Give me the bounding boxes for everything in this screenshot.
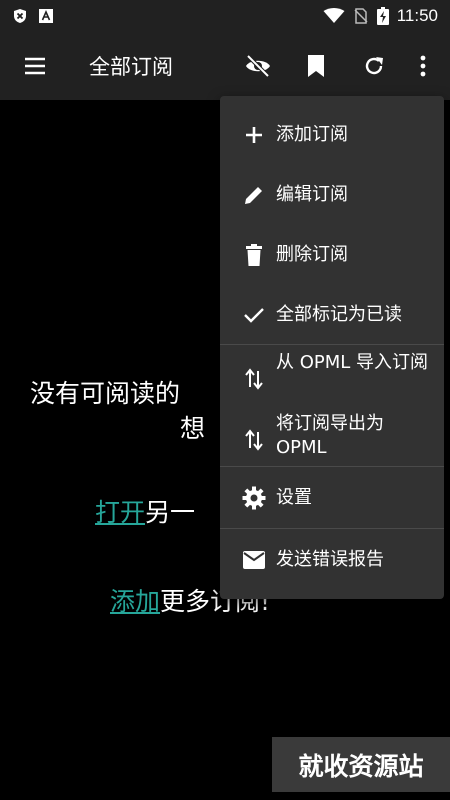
menu-divider — [220, 528, 444, 529]
more-vert-icon[interactable] — [408, 42, 438, 90]
toolbar: 全部订阅 — [0, 32, 450, 100]
menu-item-delete-subscription[interactable]: 删除订阅 — [220, 243, 444, 267]
pencil-icon — [242, 183, 266, 207]
trash-icon — [242, 243, 266, 267]
refresh-icon[interactable] — [350, 42, 398, 90]
menu-divider — [220, 466, 444, 467]
no-sim-icon — [353, 8, 369, 24]
visibility-off-icon[interactable] — [234, 42, 282, 90]
status-time: 11:50 — [396, 6, 438, 25]
shield-x-icon — [12, 8, 28, 24]
import-export-icon — [242, 428, 266, 452]
app-a-icon — [38, 8, 54, 24]
status-bar: 11:50 — [0, 0, 450, 32]
menu-item-edit-subscription[interactable]: 编辑订阅 — [220, 183, 444, 207]
menu-item-import-opml[interactable]: 从 OPML 导入订阅 — [220, 351, 444, 391]
menu-item-export-opml[interactable]: 将订阅导出为 OPML — [220, 412, 444, 460]
menu-item-mark-all-read[interactable]: 全部标记为已读 — [220, 303, 444, 327]
menu-icon[interactable] — [11, 42, 59, 90]
battery-charging-icon — [376, 7, 389, 25]
menu-item-send-bug-report[interactable]: 发送错误报告 — [220, 548, 444, 572]
plus-icon — [242, 123, 266, 147]
import-export-icon — [242, 367, 266, 391]
check-icon — [242, 303, 266, 327]
wifi-icon — [323, 8, 345, 24]
watermark: 就收资源站 — [272, 737, 450, 792]
open-link[interactable]: 打开 — [95, 498, 145, 527]
mail-icon — [242, 548, 266, 572]
page-title: 全部订阅 — [89, 55, 173, 79]
bookmark-icon[interactable] — [292, 42, 340, 90]
overflow-menu: 添加订阅 编辑订阅 删除订阅 全部标记为已读 从 OPML 导入订阅 将订阅导出… — [220, 96, 444, 599]
menu-item-add-subscription[interactable]: 添加订阅 — [220, 123, 444, 147]
menu-item-settings[interactable]: 设置 — [220, 486, 444, 510]
gear-icon — [242, 486, 266, 510]
add-link[interactable]: 添加 — [110, 587, 160, 616]
menu-divider — [220, 344, 444, 345]
